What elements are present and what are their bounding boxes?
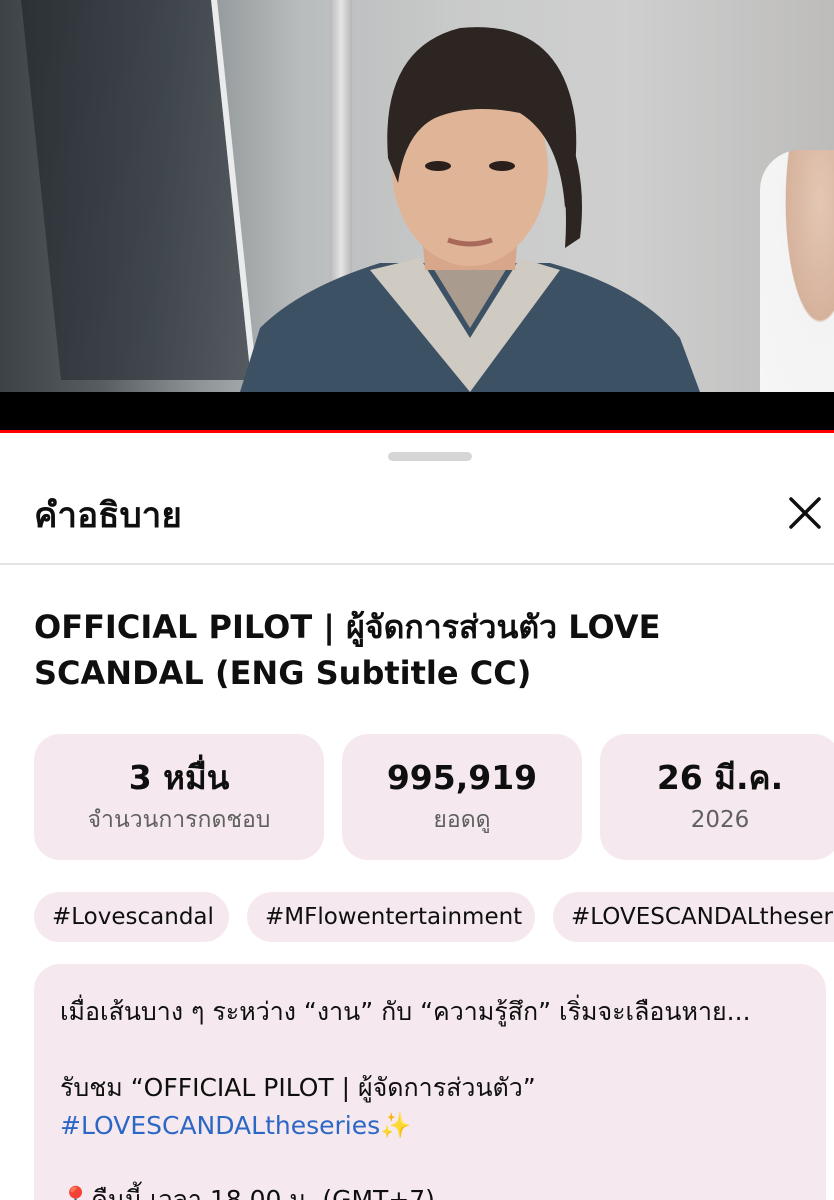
video-title-line1: OFFICIAL PILOT | ผู้จัดการส่วนตัว LOVE	[34, 608, 661, 646]
stat-date-year: 2026	[690, 807, 750, 833]
stat-date-value: 26 มี.ค.	[656, 758, 784, 797]
hashtag-chip[interactable]: #Lovescandal	[34, 892, 229, 942]
stat-likes-value: 3 หมื่น	[128, 758, 230, 797]
close-button[interactable]	[780, 488, 830, 538]
sheet-title: คำอธิบาย	[34, 496, 182, 536]
divider	[0, 563, 834, 565]
video-player[interactable]	[0, 0, 834, 392]
video-progress-bar[interactable]	[0, 430, 834, 433]
stat-date: 26 มี.ค. 2026	[600, 734, 834, 860]
description-box: เมื่อเส้นบาง ๆ ระหว่าง “งาน” กับ “ความรู…	[34, 964, 826, 1200]
close-icon	[789, 497, 821, 529]
hashtag-link[interactable]: #LOVESCANDALtheseries	[60, 1111, 380, 1140]
video-frame-person	[240, 27, 700, 392]
stat-views-value: 995,919	[386, 758, 538, 797]
video-title: OFFICIAL PILOT | ผู้จัดการส่วนตัว LOVE S…	[34, 604, 774, 696]
video-controls-bar	[0, 392, 834, 432]
description-line: 📍คืนนี้ เวลา 18.00 น. (GMT+7)	[60, 1185, 435, 1200]
video-title-line2: SCANDAL (ENG Subtitle CC)	[34, 654, 532, 692]
description-line: รับชม “OFFICIAL PILOT | ผู้จัดการส่วนตัว…	[60, 1073, 536, 1102]
stat-likes-label: จำนวนการกดชอบ	[87, 807, 271, 833]
hashtag-chip[interactable]: #MFlowentertainment	[247, 892, 535, 942]
description-line: เมื่อเส้นบาง ๆ ระหว่าง “งาน” กับ “ความรู…	[60, 997, 751, 1026]
description-line: #LOVESCANDALtheseries✨	[60, 1108, 411, 1144]
sparkles-icon: ✨	[380, 1111, 412, 1140]
video-progress-fill	[0, 430, 834, 433]
stat-views: 995,919 ยอดดู	[342, 734, 582, 860]
description-sheet: คำอธิบาย OFFICIAL PILOT | ผู้จัดการส่วนต…	[0, 434, 834, 1200]
stat-likes: 3 หมื่น จำนวนการกดชอบ	[34, 734, 324, 860]
video-frame-side-person	[760, 150, 834, 392]
hashtag-chip[interactable]: #LOVESCANDALtheseries	[553, 892, 834, 942]
stat-views-label: ยอดดู	[433, 807, 491, 833]
drag-handle[interactable]	[388, 452, 472, 461]
